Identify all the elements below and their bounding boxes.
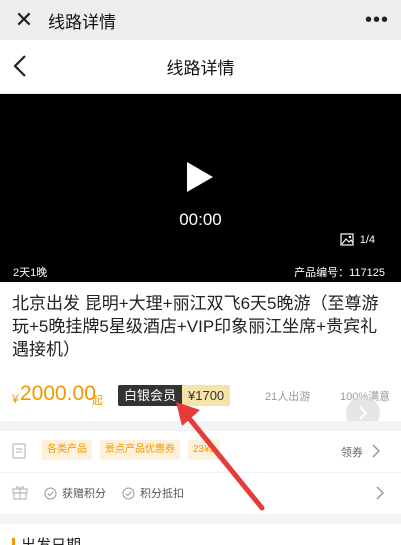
gift-icon [12, 486, 28, 500]
coupon-icon [12, 443, 26, 459]
product-info: 北京出发 昆明+大理+丽江双飞6天5晚游（至尊游玩+5晚挂牌5星级酒店+VIP印… [0, 282, 401, 361]
chevron-right-icon[interactable] [371, 443, 381, 459]
product-code: 产品编号：117125 [294, 267, 385, 279]
currency-symbol: ¥ [12, 392, 19, 406]
chevron-right-icon [359, 406, 368, 420]
video-time: 00:00 [179, 210, 222, 229]
page-title: 线路详情 [166, 59, 235, 78]
travelers-count: 21人出游 [265, 391, 311, 403]
points-deduct: 积分抵扣 [122, 485, 184, 501]
member-level: 白银会员 [118, 385, 183, 406]
check-circle-icon [122, 487, 135, 499]
chevron-left-icon[interactable] [10, 53, 32, 79]
get-coupon-link[interactable]: 领券 [341, 444, 363, 460]
points-earn-label: 获赠积分 [62, 488, 106, 500]
section-divider [0, 421, 401, 431]
member-price-badge: 白银会员 ¥1700 [118, 385, 231, 406]
price-suffix: 起 [92, 395, 103, 407]
wechat-title-bar: ✕ 线路详情 ••• [0, 0, 401, 40]
video-player[interactable]: 00:00 1/4 2天1晚 产品编号：117125 [0, 94, 401, 282]
duration-label: 2天1晚 [13, 267, 48, 279]
product-name: 北京出发 昆明+大理+丽江双飞6天5晚游（至尊游玩+5晚挂牌5星级酒店+VIP印… [12, 294, 379, 359]
coupon-tag[interactable]: 各类产品 [42, 440, 92, 460]
price-row: ¥ 2000.00 起 白银会员 ¥1700 21人出游 100%满意 [0, 382, 401, 430]
section-divider [0, 514, 401, 524]
points-deduct-label: 积分抵扣 [140, 488, 184, 500]
points-row[interactable]: 获赠积分 积分抵扣 [0, 474, 401, 514]
member-price: ¥1700 [182, 385, 231, 406]
chevron-right-icon[interactable] [375, 485, 385, 501]
close-icon[interactable]: ✕ [12, 9, 36, 31]
points-earn: 获赠积分 [44, 485, 106, 501]
check-circle-icon [44, 487, 57, 499]
image-icon [340, 233, 354, 246]
section-marker [12, 537, 15, 545]
coupon-tag[interactable]: 景点产品优惠券 [100, 440, 180, 460]
section-title: 出发日期 [21, 534, 81, 545]
play-icon[interactable] [187, 162, 213, 192]
gallery-indicator[interactable]: 1/4 [340, 233, 375, 246]
price-amount: 2000.00 [20, 382, 96, 405]
coupon-tag[interactable]: 23¥3 [188, 440, 221, 460]
page-nav: 线路详情 [0, 40, 401, 94]
departure-date-section: 出发日期 [12, 534, 81, 545]
coupon-row[interactable]: 各类产品 景点产品优惠券 23¥3 领券 [0, 431, 401, 473]
more-icon[interactable]: ••• [365, 9, 389, 32]
wechat-title: 线路详情 [48, 12, 116, 32]
gallery-count: 1/4 [359, 233, 375, 246]
